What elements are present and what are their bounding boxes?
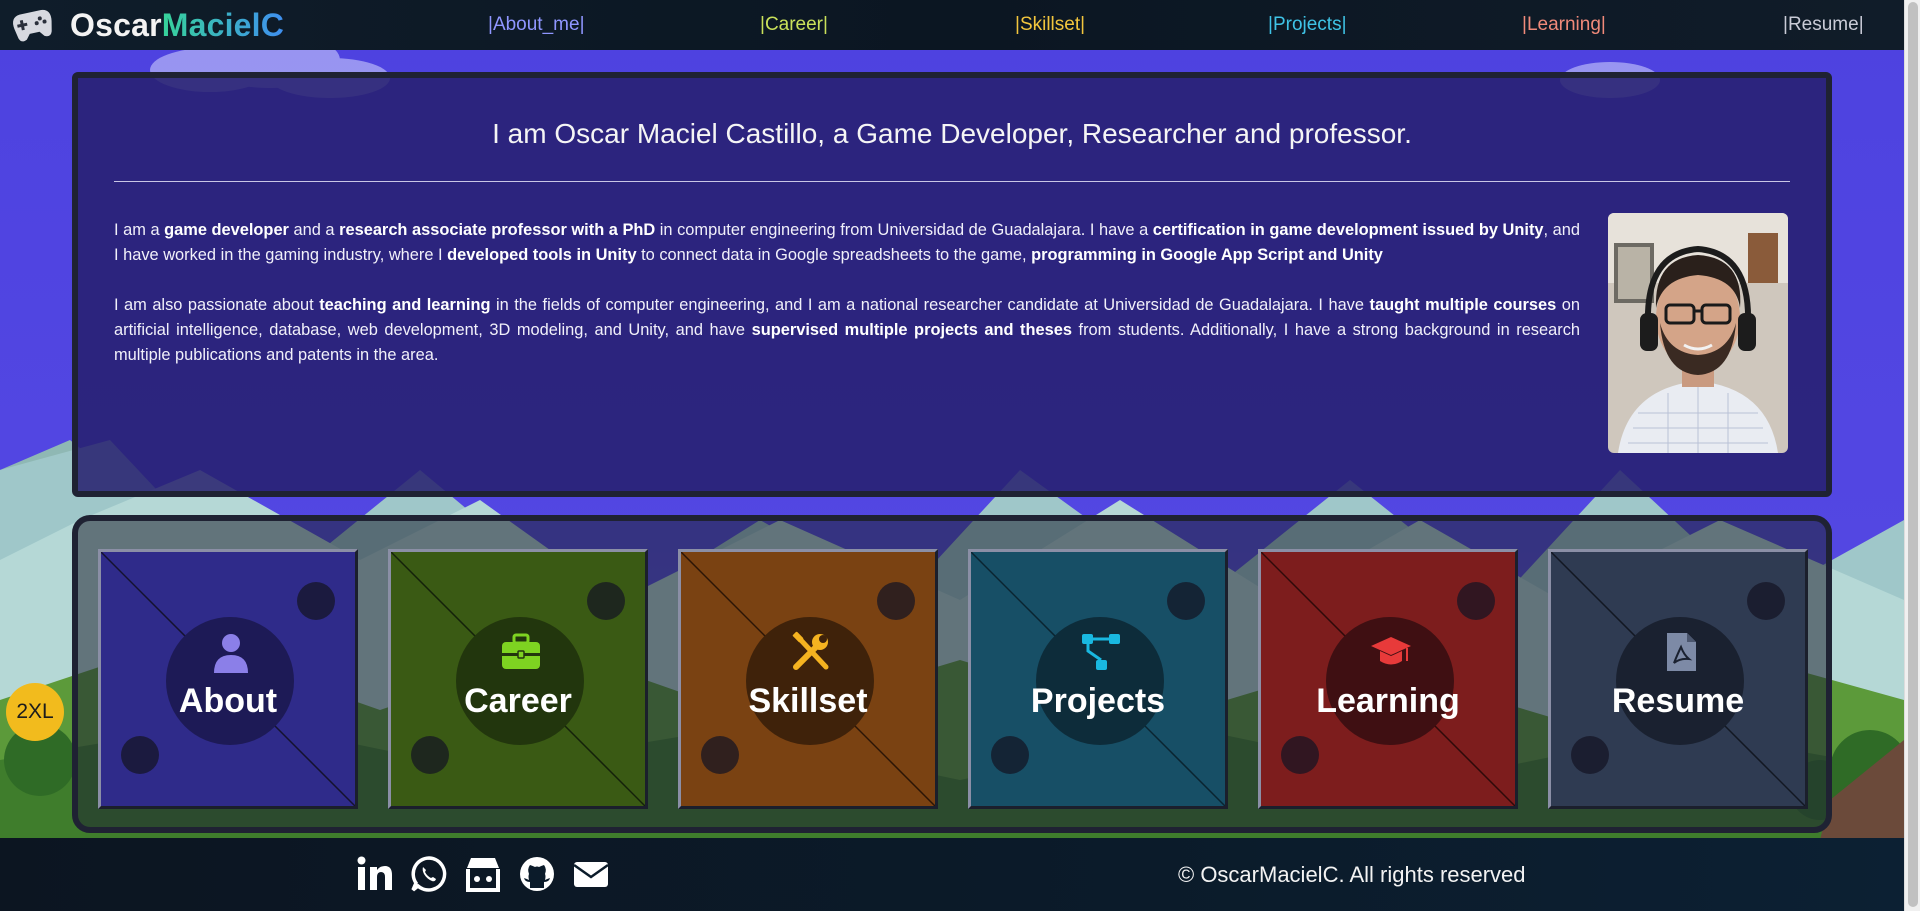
sections-panel: About Career Skillset Projects Learning … xyxy=(72,515,1832,833)
card-resume-label: Resume xyxy=(1611,682,1745,720)
card-dot xyxy=(701,736,739,774)
graduation-cap-icon xyxy=(1371,637,1411,665)
card-dot xyxy=(1457,582,1495,620)
card-dot xyxy=(1747,582,1785,620)
envelope-icon xyxy=(573,862,609,887)
vertical-scrollbar[interactable] xyxy=(1904,0,1920,911)
card-career[interactable]: Career xyxy=(388,549,648,809)
card-learning[interactable]: Learning xyxy=(1258,549,1518,809)
briefcase-icon xyxy=(502,633,540,669)
nav-learning-label: Learning xyxy=(1526,14,1601,35)
email-link[interactable] xyxy=(571,854,611,894)
brand-name: OscarMacielC xyxy=(70,7,284,44)
whatsapp-icon xyxy=(411,856,447,892)
tools-icon xyxy=(792,631,829,670)
text-run: in computer engineering from Universidad… xyxy=(655,221,1153,239)
intro-paragraph-2: I am also passionate about teaching and … xyxy=(114,293,1580,368)
text-run: to connect data in Google spreadsheets t… xyxy=(636,246,1032,264)
store-link[interactable] xyxy=(463,854,503,894)
card-about-label: About xyxy=(178,682,278,720)
nav-projects[interactable]: |Projects| xyxy=(1268,14,1347,36)
card-dot xyxy=(1167,582,1205,620)
nav-resume[interactable]: |Resume| xyxy=(1783,14,1864,36)
text-bold: supervised multiple projects and theses xyxy=(751,321,1072,339)
intro-panel: I am Oscar Maciel Castillo, a Game Devel… xyxy=(72,72,1832,497)
copyright-text: © OscarMacielC. All rights reserved xyxy=(1178,862,1526,887)
text-bold: teaching and learning xyxy=(319,296,491,314)
whatsapp-link[interactable] xyxy=(409,854,449,894)
text-run: I am also passionate about xyxy=(114,296,320,314)
intro-title: I am Oscar Maciel Castillo, a Game Devel… xyxy=(492,118,1412,149)
card-projects[interactable]: Projects xyxy=(968,549,1228,809)
text-bold: developed tools in Unity xyxy=(447,246,637,264)
divider xyxy=(114,181,1790,182)
brand[interactable]: OscarMacielC xyxy=(8,5,284,45)
intro-paragraph-1: I am a game developer and a research ass… xyxy=(114,218,1580,268)
nav-about-me[interactable]: |About_me| xyxy=(488,14,585,36)
text-run: I am a xyxy=(114,221,165,239)
card-dot xyxy=(991,736,1029,774)
card-dot xyxy=(587,582,625,620)
card-dot xyxy=(411,736,449,774)
text-run: and a xyxy=(288,221,340,239)
linkedin-icon xyxy=(357,856,392,890)
brand-name-second: MacielC xyxy=(161,6,285,43)
card-learning-label: Learning xyxy=(1316,682,1460,720)
card-dot xyxy=(121,736,159,774)
card-skillset-label: Skillset xyxy=(748,682,868,720)
diagram-icon xyxy=(1082,634,1120,670)
profile-photo xyxy=(1608,213,1788,453)
card-dot xyxy=(1281,736,1319,774)
store-icon xyxy=(466,858,500,892)
pdf-file-icon xyxy=(1667,633,1696,671)
nav-career-label: Career xyxy=(764,14,824,35)
card-dot xyxy=(1571,736,1609,774)
user-icon xyxy=(214,634,248,673)
text-bold: taught multiple courses xyxy=(1369,296,1557,314)
text-bold: programming in Google App Script and Uni… xyxy=(1031,246,1383,264)
text-run: in the fields of computer engineering, a… xyxy=(490,296,1370,314)
card-projects-label: Projects xyxy=(1030,682,1166,720)
text-bold: research associate professor with a PhD xyxy=(339,221,656,239)
github-icon xyxy=(520,857,554,891)
intro-body: I am a game developer and a research ass… xyxy=(114,218,1580,393)
nav-career[interactable]: |Career| xyxy=(760,14,828,36)
text-bold: certification in game development issued… xyxy=(1152,221,1544,239)
card-dot xyxy=(297,582,335,620)
nav-about-me-label: About_me xyxy=(492,14,580,35)
brand-name-first: Oscar xyxy=(70,6,162,43)
breakpoint-badge: 2XL xyxy=(6,683,64,741)
nav-projects-label: Projects xyxy=(1272,14,1342,35)
nav-learning[interactable]: |Learning| xyxy=(1522,14,1606,36)
card-resume[interactable]: Resume xyxy=(1548,549,1808,809)
nav-skillset-label: Skillset xyxy=(1019,14,1081,35)
linkedin-link[interactable] xyxy=(355,854,395,894)
card-career-label: Career xyxy=(464,682,572,720)
github-link[interactable] xyxy=(517,854,557,894)
gamepad-icon xyxy=(13,9,52,42)
footer: © OscarMacielC. All rights reserved xyxy=(0,838,1904,911)
top-navbar: OscarMacielC |About_me| |Career| |Skills… xyxy=(0,0,1904,50)
card-about[interactable]: About xyxy=(98,549,358,809)
card-dot xyxy=(877,582,915,620)
scrollbar-thumb[interactable] xyxy=(1908,2,1918,907)
nav-resume-label: Resume xyxy=(1787,14,1859,35)
card-skillset[interactable]: Skillset xyxy=(678,549,938,809)
text-bold: game developer xyxy=(164,221,289,239)
nav-skillset[interactable]: |Skillset| xyxy=(1015,14,1085,36)
